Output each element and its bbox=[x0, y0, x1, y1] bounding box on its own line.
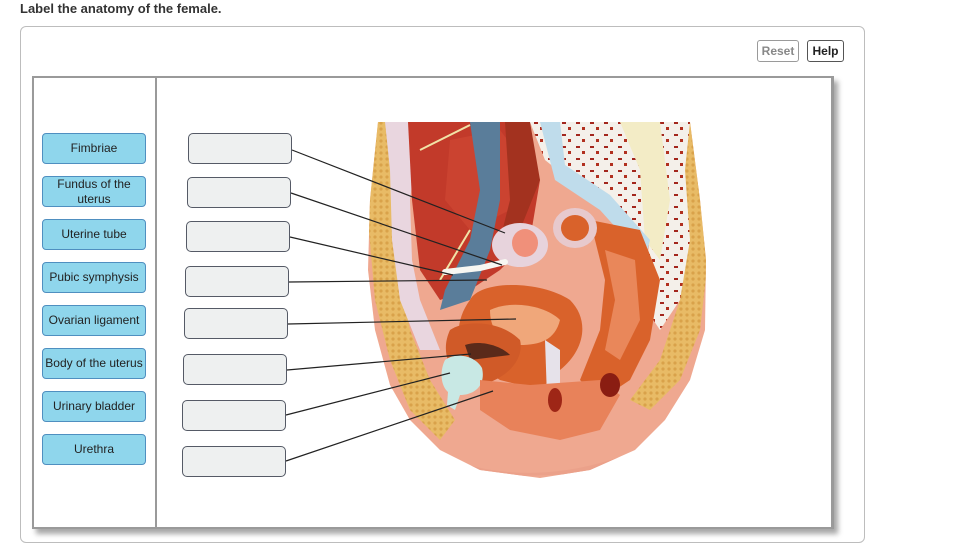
drop-target-1[interactable] bbox=[188, 133, 292, 164]
drop-target-2[interactable] bbox=[187, 177, 291, 208]
sphincter bbox=[548, 388, 562, 412]
drop-target-4[interactable] bbox=[185, 266, 289, 297]
colon-lumen bbox=[561, 215, 589, 241]
drop-target-3[interactable] bbox=[186, 221, 290, 252]
label-tile-fundus-of-uterus[interactable]: Fundus of the uterus bbox=[42, 176, 146, 207]
pelvis-section bbox=[368, 122, 706, 478]
drop-target-8[interactable] bbox=[182, 446, 286, 477]
anatomy-figure bbox=[285, 122, 706, 478]
anal-sphincter bbox=[600, 373, 620, 397]
label-tile-pubic-symphysis[interactable]: Pubic symphysis bbox=[42, 262, 146, 293]
label-tile-body-of-uterus[interactable]: Body of the uterus bbox=[42, 348, 146, 379]
label-tile-uterine-tube[interactable]: Uterine tube bbox=[42, 219, 146, 250]
drop-target-6[interactable] bbox=[183, 354, 287, 385]
label-tile-urinary-bladder[interactable]: Urinary bladder bbox=[42, 391, 146, 422]
label-tile-ovarian-ligament[interactable]: Ovarian ligament bbox=[42, 305, 146, 336]
label-tile-fimbriae[interactable]: Fimbriae bbox=[42, 133, 146, 164]
drop-target-5[interactable] bbox=[184, 308, 288, 339]
ovary bbox=[512, 229, 538, 257]
drop-target-7[interactable] bbox=[182, 400, 286, 431]
label-tile-urethra[interactable]: Urethra bbox=[42, 434, 146, 465]
